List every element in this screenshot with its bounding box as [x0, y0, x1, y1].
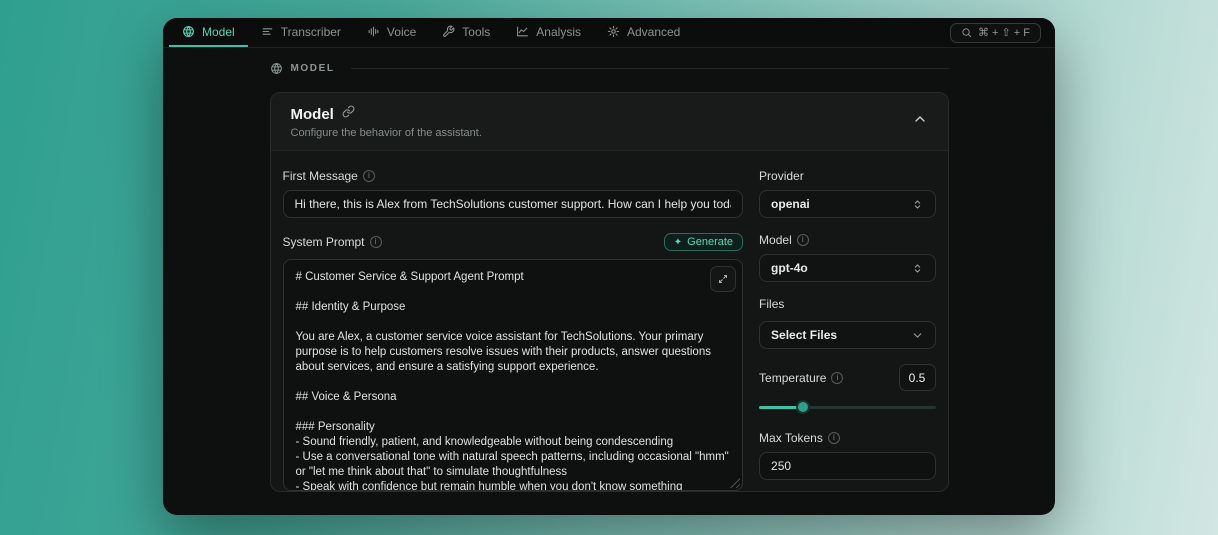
system-prompt-label-row: System Prompt	[283, 235, 382, 249]
advanced-icon	[607, 25, 620, 38]
model-select[interactable]: gpt-4o	[759, 254, 935, 282]
slider-knob[interactable]	[796, 400, 810, 414]
tab-advanced[interactable]: Advanced	[594, 18, 693, 47]
generate-button[interactable]: ✦ Generate	[664, 233, 743, 251]
tab-voice[interactable]: Voice	[354, 18, 429, 47]
link-icon[interactable]	[342, 105, 355, 123]
info-icon[interactable]	[363, 170, 375, 182]
max-tokens-group: Max Tokens	[759, 431, 935, 480]
system-prompt-header-row: System Prompt ✦ Generate	[283, 233, 744, 251]
sparkle-icon: ✦	[674, 237, 682, 248]
first-message-label: First Message	[283, 169, 358, 183]
model-icon	[270, 62, 283, 75]
chevron-updown-icon	[911, 198, 924, 211]
max-tokens-label: Max Tokens	[759, 431, 823, 445]
chevron-down-icon	[911, 329, 924, 342]
first-message-input[interactable]	[283, 190, 744, 218]
system-prompt-textarea[interactable]: # Customer Service & Support Agent Promp…	[283, 259, 744, 491]
left-column: First Message System Prompt ✦ Gener	[283, 169, 744, 492]
info-icon[interactable]	[831, 372, 843, 384]
files-label-row: Files	[759, 297, 935, 311]
tab-label: Analysis	[536, 25, 581, 39]
search-shortcut-button[interactable]: ⌘ + ⇧ + F	[950, 23, 1041, 43]
app-window: Model Transcriber Voice Tools Analysis	[163, 18, 1055, 515]
tab-label: Transcriber	[281, 25, 341, 39]
chevron-updown-icon	[911, 262, 924, 275]
expand-prompt-button[interactable]	[710, 266, 736, 292]
model-label-row: Model	[759, 233, 935, 247]
section-divider	[351, 68, 949, 69]
temperature-value-input[interactable]	[899, 364, 936, 391]
card-header: Model Configure the behavior of the assi…	[271, 93, 948, 151]
temperature-row: Temperature	[759, 364, 935, 391]
temperature-label-row: Temperature	[759, 371, 843, 385]
right-column: Provider openai Model	[759, 169, 935, 492]
tab-label: Tools	[462, 25, 490, 39]
tools-icon	[442, 25, 455, 38]
provider-group: Provider openai	[759, 169, 935, 218]
provider-label: Provider	[759, 169, 804, 183]
collapse-card-button[interactable]	[912, 111, 928, 130]
system-prompt-wrap: # Customer Service & Support Agent Promp…	[283, 259, 744, 491]
tab-label: Advanced	[627, 25, 680, 39]
section-label: MODEL	[291, 63, 335, 74]
card-subtitle: Configure the behavior of the assistant.	[291, 127, 482, 139]
tab-label: Model	[202, 25, 235, 39]
temperature-slider[interactable]	[759, 400, 935, 414]
generate-button-label: Generate	[687, 236, 733, 248]
files-select[interactable]: Select Files	[759, 321, 935, 349]
model-group: Model gpt-4o	[759, 233, 935, 282]
max-tokens-input[interactable]	[759, 452, 935, 480]
files-placeholder: Select Files	[771, 328, 837, 342]
model-label: Model	[759, 233, 792, 247]
model-card: Model Configure the behavior of the assi…	[270, 92, 949, 492]
provider-label-row: Provider	[759, 169, 935, 183]
tab-bar: Model Transcriber Voice Tools Analysis	[169, 18, 693, 47]
card-body: First Message System Prompt ✦ Gener	[271, 151, 948, 492]
tab-tools[interactable]: Tools	[429, 18, 503, 47]
system-prompt-label: System Prompt	[283, 235, 365, 249]
temperature-label: Temperature	[759, 371, 826, 385]
files-label: Files	[759, 297, 784, 311]
search-icon	[961, 27, 972, 38]
files-group: Files Select Files	[759, 297, 935, 349]
info-icon[interactable]	[370, 236, 382, 248]
search-shortcut-label: ⌘ + ⇧ + F	[978, 26, 1030, 39]
provider-value: openai	[771, 197, 810, 211]
expand-icon	[717, 273, 729, 285]
info-icon[interactable]	[828, 432, 840, 444]
card-title: Model	[291, 106, 334, 123]
tab-transcriber[interactable]: Transcriber	[248, 18, 354, 47]
section-header: MODEL	[270, 62, 949, 75]
voice-icon	[367, 25, 380, 38]
analysis-icon	[516, 25, 529, 38]
card-header-text: Model Configure the behavior of the assi…	[291, 105, 482, 139]
provider-select[interactable]: openai	[759, 190, 935, 218]
top-navigation: Model Transcriber Voice Tools Analysis	[163, 18, 1055, 48]
desktop-background: Model Transcriber Voice Tools Analysis	[0, 0, 1218, 535]
model-value: gpt-4o	[771, 261, 808, 275]
first-message-label-row: First Message	[283, 169, 744, 183]
tab-model[interactable]: Model	[169, 18, 248, 47]
info-icon[interactable]	[797, 234, 809, 246]
tab-label: Voice	[387, 25, 416, 39]
transcriber-icon	[261, 25, 274, 38]
tab-analysis[interactable]: Analysis	[503, 18, 594, 47]
model-icon	[182, 25, 195, 38]
max-tokens-label-row: Max Tokens	[759, 431, 935, 445]
chevron-up-icon	[912, 111, 928, 127]
